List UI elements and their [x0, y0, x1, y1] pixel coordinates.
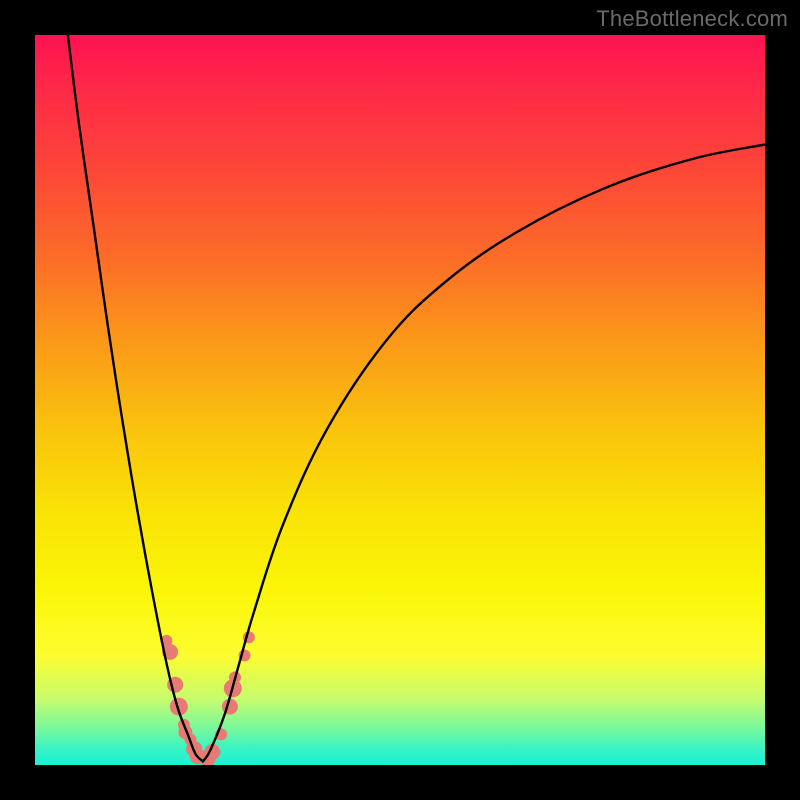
curve-layer — [35, 35, 765, 765]
right-branch-line — [203, 145, 765, 762]
left-branch-line — [68, 35, 203, 761]
watermark-text: TheBottleneck.com — [596, 6, 788, 32]
chart-frame: TheBottleneck.com — [0, 0, 800, 800]
plot-area — [35, 35, 765, 765]
